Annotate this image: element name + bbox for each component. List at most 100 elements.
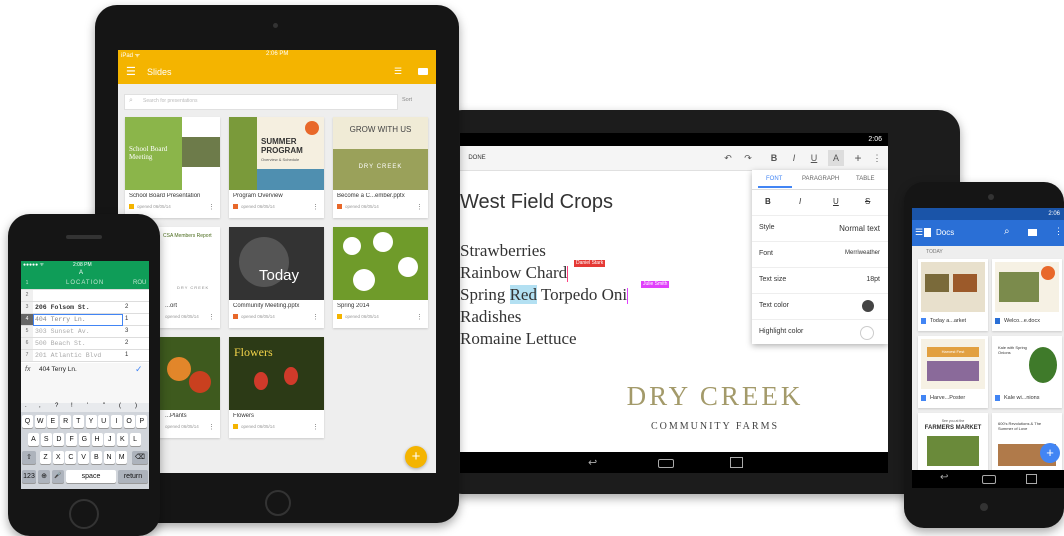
more-icon[interactable]: ⋮ (312, 203, 319, 211)
sym-key[interactable]: ! (71, 403, 73, 409)
home-icon[interactable] (658, 459, 674, 468)
document-line[interactable]: Romaine Lettuce (460, 329, 577, 349)
cell-value[interactable]: 500 Beach St. (35, 338, 86, 349)
confirm-check-icon[interactable]: ✓ (135, 364, 143, 375)
presentation-card[interactable]: School Board Meeting School Board Presen… (125, 117, 220, 218)
tab-paragraph[interactable]: PARAGRAPH (802, 176, 839, 182)
sym-key[interactable]: ' (87, 403, 88, 409)
text-format-button[interactable]: A (828, 150, 844, 166)
table-row[interactable]: 2 (21, 290, 149, 302)
key-k[interactable]: K (116, 433, 128, 446)
key-u[interactable]: U (98, 415, 110, 428)
document-line[interactable]: Spring Red Torpedo Oni (460, 285, 629, 305)
cell-value[interactable]: 206 Folsom St. (35, 302, 90, 313)
microphone-key[interactable]: 🎤 (52, 470, 64, 483)
key-x[interactable]: X (52, 451, 64, 464)
key-s[interactable]: S (40, 433, 52, 446)
key-i[interactable]: I (110, 415, 122, 428)
key-e[interactable]: E (47, 415, 59, 428)
highlight-color-row[interactable]: Highlight color (752, 319, 888, 345)
color-swatch[interactable] (860, 326, 874, 340)
key-j[interactable]: J (104, 433, 116, 446)
key-h[interactable]: H (91, 433, 103, 446)
key-o[interactable]: O (123, 415, 135, 428)
more-icon[interactable]: ⋮ (312, 423, 319, 431)
key-q[interactable]: Q (22, 415, 33, 428)
document-heading[interactable]: West Field Crops (460, 191, 613, 214)
sym-key[interactable]: . (25, 403, 27, 409)
text-size-row[interactable]: Text size 18pt (752, 267, 888, 293)
key-y[interactable]: Y (85, 415, 97, 428)
key-t[interactable]: T (72, 415, 84, 428)
style-row[interactable]: Style Normal text (752, 215, 888, 241)
key-l[interactable]: L (129, 433, 141, 446)
recents-icon[interactable] (730, 457, 743, 468)
table-row[interactable]: 3 206 Folsom St. 2 (21, 302, 149, 314)
document-card[interactable]: Kale with Spring Onions Kale wi...nions (992, 336, 1062, 408)
more-icon[interactable]: ⋮ (208, 423, 215, 431)
new-presentation-fab[interactable]: + (405, 446, 427, 468)
presentation-card[interactable]: Spring 2014 opened 06/05/14 ⋮ (333, 227, 428, 328)
add-button[interactable]: + (852, 150, 864, 166)
search-icon[interactable]: ⌕ (1004, 226, 1010, 237)
table-row[interactable]: 7 201 Atlantic Blvd 1 (21, 350, 149, 362)
font-row[interactable]: Font Merriweather (752, 241, 888, 267)
more-icon[interactable]: ⋮ (312, 313, 319, 321)
cell-value[interactable]: 201 Atlantic Blvd (35, 350, 101, 361)
back-icon[interactable]: ↩ (588, 456, 597, 469)
sym-key[interactable]: , (39, 403, 41, 409)
redo-icon[interactable]: ↷ (742, 150, 754, 166)
ipad-home-button[interactable] (265, 490, 291, 516)
more-icon[interactable]: ⋮ (416, 313, 423, 321)
more-icon[interactable]: ⋮ (208, 313, 215, 321)
key-w[interactable]: W (34, 415, 46, 428)
italic-toggle[interactable]: I (799, 197, 801, 206)
menu-icon[interactable]: ☰ (126, 65, 136, 78)
list-view-icon[interactable]: ☰ (394, 66, 402, 77)
shift-key[interactable]: ⇧ (22, 451, 36, 464)
undo-icon[interactable]: ↶ (722, 150, 734, 166)
presentation-card[interactable]: GROW WITH US DRY CREEK Become a C...embe… (333, 117, 428, 218)
key-v[interactable]: V (78, 451, 90, 464)
numbers-key[interactable]: 123 (22, 470, 36, 483)
document-line[interactable]: Strawberries (460, 241, 546, 261)
home-icon[interactable] (982, 475, 996, 484)
key-m[interactable]: M (116, 451, 128, 464)
key-z[interactable]: Z (40, 451, 51, 464)
more-menu-icon[interactable]: ⋮ (1054, 226, 1063, 237)
bold-toggle[interactable]: B (765, 197, 771, 206)
italic-button[interactable]: I (788, 150, 800, 166)
sym-key[interactable]: ) (135, 403, 137, 409)
key-d[interactable]: D (53, 433, 65, 446)
table-row-selected[interactable]: 4 404 Terry Ln. 1 (21, 314, 149, 326)
text-color-row[interactable]: Text color (752, 293, 888, 319)
key-g[interactable]: G (78, 433, 90, 446)
table-row[interactable]: 6 500 Beach St. 2 (21, 338, 149, 350)
tab-font[interactable]: FONT (766, 176, 782, 182)
key-c[interactable]: C (65, 451, 77, 464)
recents-icon[interactable] (1026, 474, 1037, 484)
cell-value[interactable]: 1 (125, 314, 128, 325)
more-icon[interactable]: ⋮ (416, 203, 423, 211)
col-a-header[interactable]: A (79, 270, 83, 276)
tab-table[interactable]: TABLE (856, 176, 875, 182)
strikethrough-toggle[interactable]: S (865, 197, 870, 206)
menu-icon[interactable]: ☰ (915, 227, 923, 238)
sort-button[interactable]: Sort (402, 97, 412, 103)
cell-value[interactable]: 3 (125, 326, 128, 337)
document-card[interactable]: See you at the FARMERS MARKET (918, 413, 988, 473)
folder-icon[interactable] (1028, 229, 1037, 236)
back-icon[interactable]: ↩ (940, 472, 948, 483)
folder-icon[interactable] (418, 68, 428, 75)
table-row[interactable]: 5 303 Sunset Av. 3 (21, 326, 149, 338)
underline-button[interactable]: U (808, 150, 820, 166)
key-p[interactable]: P (136, 415, 148, 428)
formula-input[interactable]: 404 Terry Ln. (39, 366, 77, 373)
globe-key[interactable]: ⊕ (38, 470, 50, 483)
search-input[interactable]: ⌕ Search for presentations (124, 94, 398, 110)
more-menu-icon[interactable]: ⋮ (872, 150, 882, 166)
iphone-home-button[interactable] (69, 499, 99, 529)
new-document-fab[interactable]: + (1040, 443, 1060, 463)
document-line[interactable]: Radishes (460, 307, 521, 327)
delete-key[interactable]: ⌫ (132, 451, 148, 464)
